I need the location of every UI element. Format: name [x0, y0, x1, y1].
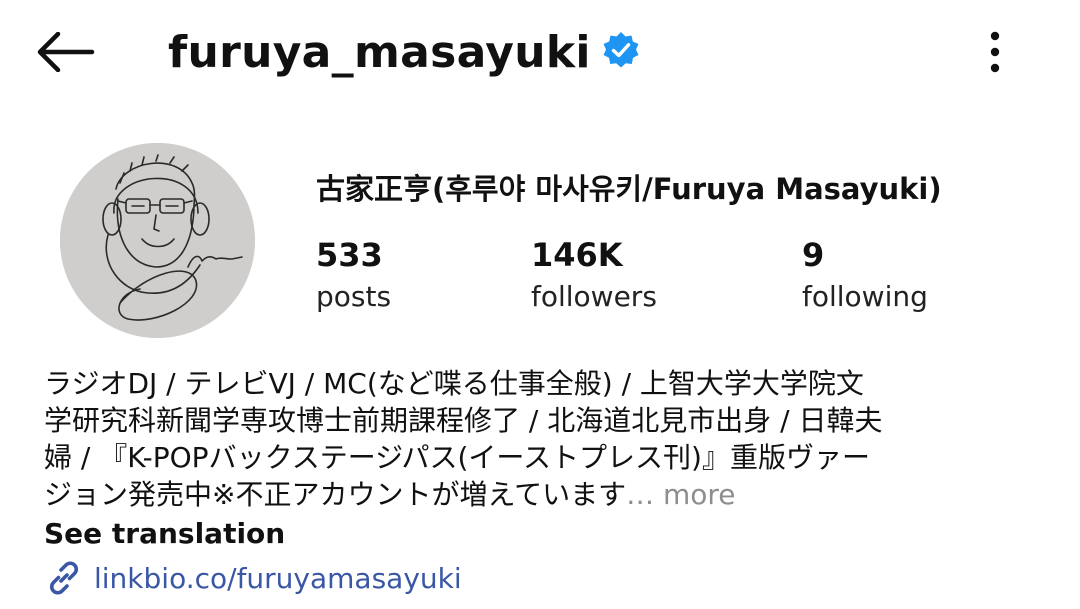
back-arrow-icon — [37, 32, 95, 72]
profile-bio: ラジオDJ / テレビVJ / MC(など喋る仕事全般) / 上智大学大学院文 … — [44, 365, 1039, 513]
posts-label: posts — [316, 280, 392, 313]
bio-more-link[interactable]: more — [663, 478, 736, 511]
bio-line: ラジオDJ / テレビVJ / MC(など喋る仕事全般) / 上智大学大学院文 — [44, 367, 864, 400]
bio-last-line: ジョン発売中※不正アカウントが増えています… more — [44, 476, 1039, 513]
verified-badge-icon — [603, 32, 639, 68]
bio-line-text: ジョン発売中※不正アカウントが増えています — [44, 478, 627, 511]
avatar-drawing — [60, 143, 255, 338]
more-vertical-icon — [990, 31, 1000, 73]
stat-following[interactable]: 9 following — [802, 235, 928, 319]
profile-page: furuya_masayuki 古家正亨(후루야 마사유키/Furuya Mas… — [0, 0, 1080, 609]
stat-posts[interactable]: 533 posts — [316, 235, 391, 319]
back-button[interactable] — [30, 24, 100, 80]
following-label: following — [802, 280, 928, 313]
profile-username: furuya_masayuki — [168, 26, 591, 78]
profile-link[interactable]: linkbio.co/furuyamasayuki — [44, 558, 462, 598]
following-count: 9 — [802, 236, 825, 274]
profile-full-name: 古家正亨(후루야 마사유키/Furuya Masayuki) — [316, 172, 942, 206]
posts-count: 533 — [316, 236, 383, 274]
more-options-button[interactable] — [970, 24, 1020, 80]
bio-line: 婦 / 『K-POPバックステージパス(イーストプレス刊)』重版ヴァー — [44, 441, 870, 474]
profile-link-text: linkbio.co/furuyamasayuki — [94, 561, 462, 595]
bio-line: 学研究科新聞学専攻博士前期課程修了 / 北海道北見市出身 / 日韓夫 — [44, 404, 883, 437]
see-translation-link[interactable]: See translation — [44, 517, 285, 550]
link-chain-icon — [50, 561, 78, 595]
followers-label: followers — [531, 280, 657, 313]
bio-ellipsis: … — [626, 478, 655, 511]
profile-avatar[interactable] — [60, 143, 255, 338]
stat-followers[interactable]: 146K followers — [531, 235, 657, 319]
followers-count: 146K — [531, 236, 623, 274]
